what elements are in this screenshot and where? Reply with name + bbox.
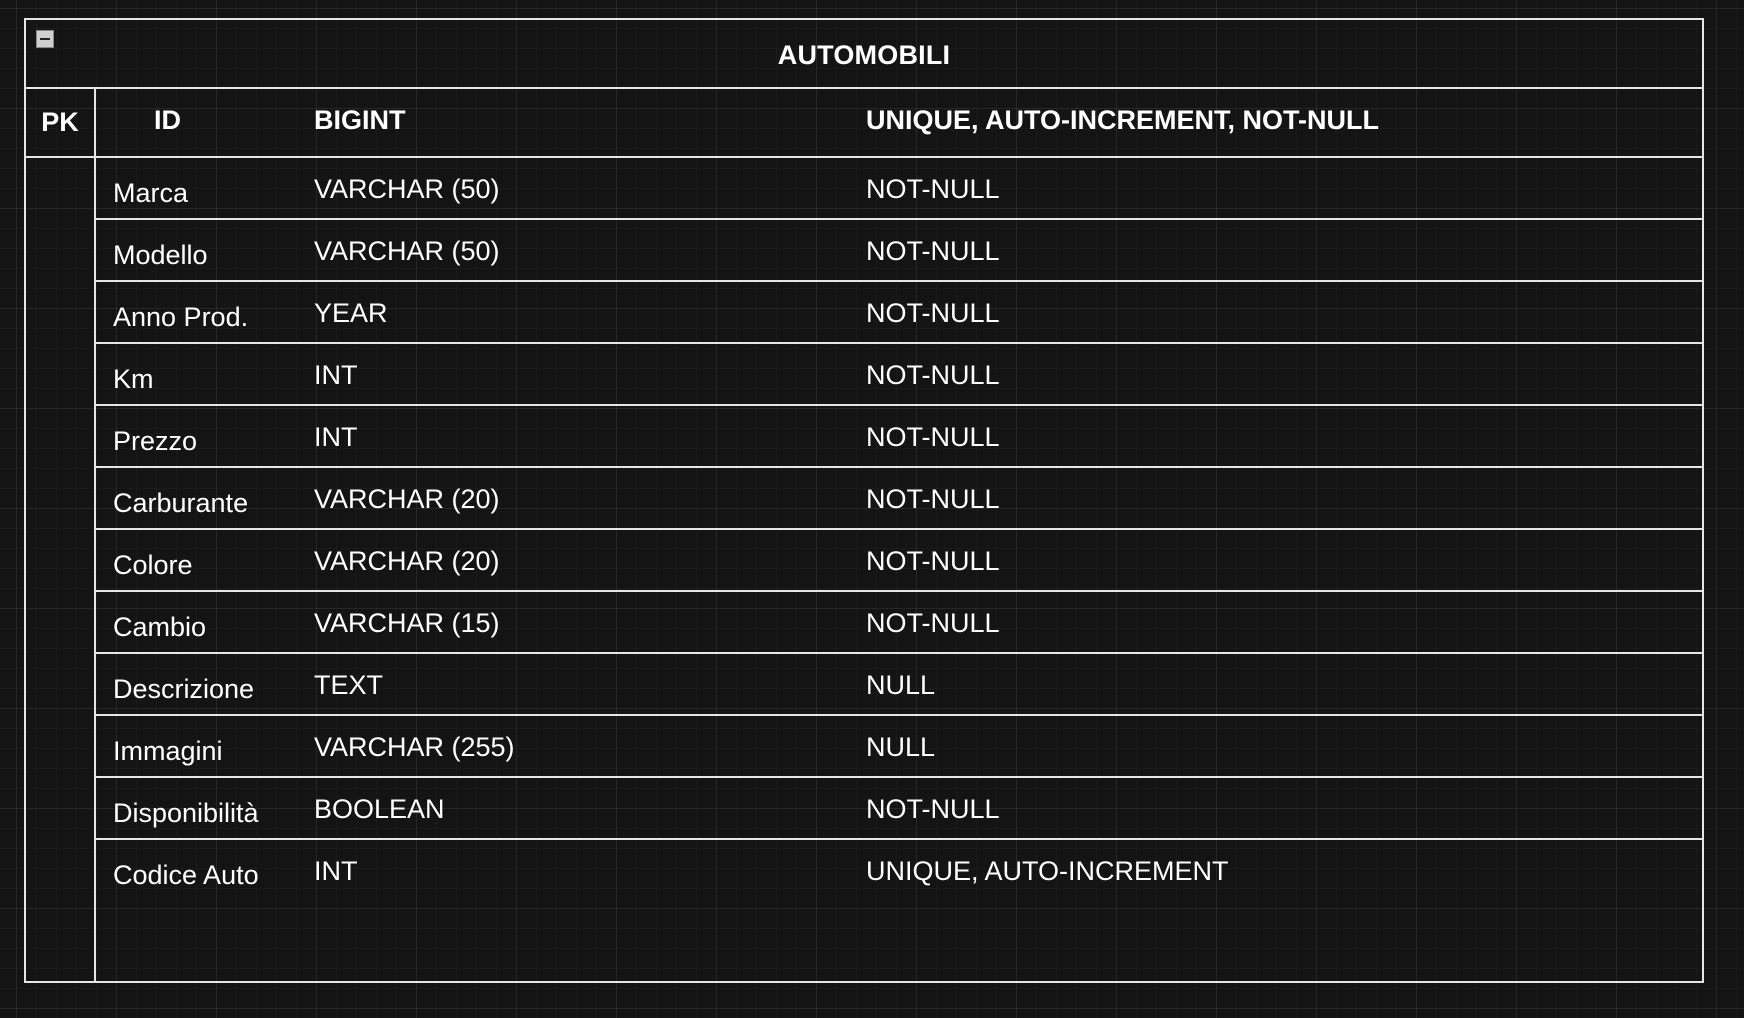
table-row[interactable]: Colore VARCHAR (20) NOT-NULL: [96, 530, 1702, 592]
field-name: Descrizione: [113, 674, 255, 704]
field-type: VARCHAR (20): [314, 546, 500, 576]
field-constraints: NOT-NULL: [866, 794, 1000, 824]
pk-field-constraints: UNIQUE, AUTO-INCREMENT, NOT-NULL: [866, 105, 1379, 135]
field-type: BOOLEAN: [314, 794, 445, 824]
table-title-row: AUTOMOBILI: [26, 20, 1702, 89]
table-row[interactable]: Carburante VARCHAR (20) NOT-NULL: [96, 468, 1702, 530]
field-constraints: NOT-NULL: [866, 298, 1000, 328]
field-name: Colore: [113, 550, 193, 580]
field-name: Marca: [113, 178, 189, 208]
field-type: VARCHAR (50): [314, 174, 500, 204]
table-row[interactable]: Descrizione TEXT NULL: [96, 654, 1702, 716]
field-constraints: NOT-NULL: [866, 236, 1000, 266]
table-row[interactable]: Km INT NOT-NULL: [96, 344, 1702, 406]
field-type: VARCHAR (20): [314, 484, 500, 514]
table-row[interactable]: Prezzo INT NOT-NULL: [96, 406, 1702, 468]
field-name: Cambio: [113, 612, 207, 642]
table-automobili[interactable]: AUTOMOBILI PK ID BIGINT UNIQUE, AUTO-INC…: [24, 18, 1704, 983]
table-row[interactable]: Cambio VARCHAR (15) NOT-NULL: [96, 592, 1702, 654]
table-title: AUTOMOBILI: [777, 40, 951, 70]
field-type: VARCHAR (255): [314, 732, 515, 762]
pk-label: PK: [41, 107, 79, 137]
field-type: INT: [314, 856, 358, 886]
field-name: Modello: [113, 240, 208, 270]
table-row[interactable]: Modello VARCHAR (50) NOT-NULL: [96, 220, 1702, 282]
field-constraints: NULL: [866, 670, 936, 700]
field-constraints: NOT-NULL: [866, 484, 1000, 514]
field-name: Disponibilità: [113, 798, 259, 828]
field-name: Anno Prod.: [113, 302, 249, 332]
field-constraints: NOT-NULL: [866, 174, 1000, 204]
table-row[interactable]: Anno Prod. YEAR NOT-NULL: [96, 282, 1702, 344]
field-constraints: NOT-NULL: [866, 360, 1000, 390]
table-row[interactable]: Codice Auto INT UNIQUE, AUTO-INCREMENT: [96, 840, 1702, 902]
field-name: Prezzo: [113, 426, 198, 456]
field-name: Km: [113, 364, 154, 394]
field-constraints: NULL: [866, 732, 936, 762]
pk-field-name: ID: [154, 105, 181, 135]
field-type: VARCHAR (15): [314, 608, 500, 638]
field-constraints: NOT-NULL: [866, 546, 1000, 576]
field-type: YEAR: [314, 298, 388, 328]
table-row[interactable]: Marca VARCHAR (50) NOT-NULL: [96, 158, 1702, 220]
field-name: Immagini: [113, 736, 223, 766]
field-constraints: NOT-NULL: [866, 422, 1000, 452]
field-name: Codice Auto: [113, 860, 259, 890]
field-type: INT: [314, 360, 358, 390]
pk-field-type: BIGINT: [314, 105, 406, 135]
field-constraints: NOT-NULL: [866, 608, 1000, 638]
field-type: TEXT: [314, 670, 384, 700]
field-type: INT: [314, 422, 358, 452]
table-row[interactable]: Immagini VARCHAR (255) NULL: [96, 716, 1702, 778]
field-constraints: UNIQUE, AUTO-INCREMENT: [866, 856, 1229, 886]
primary-key-row[interactable]: PK ID BIGINT UNIQUE, AUTO-INCREMENT, NOT…: [26, 89, 1702, 158]
field-name: Carburante: [113, 488, 249, 518]
field-type: VARCHAR (50): [314, 236, 500, 266]
table-row[interactable]: Disponibilità BOOLEAN NOT-NULL: [96, 778, 1702, 840]
